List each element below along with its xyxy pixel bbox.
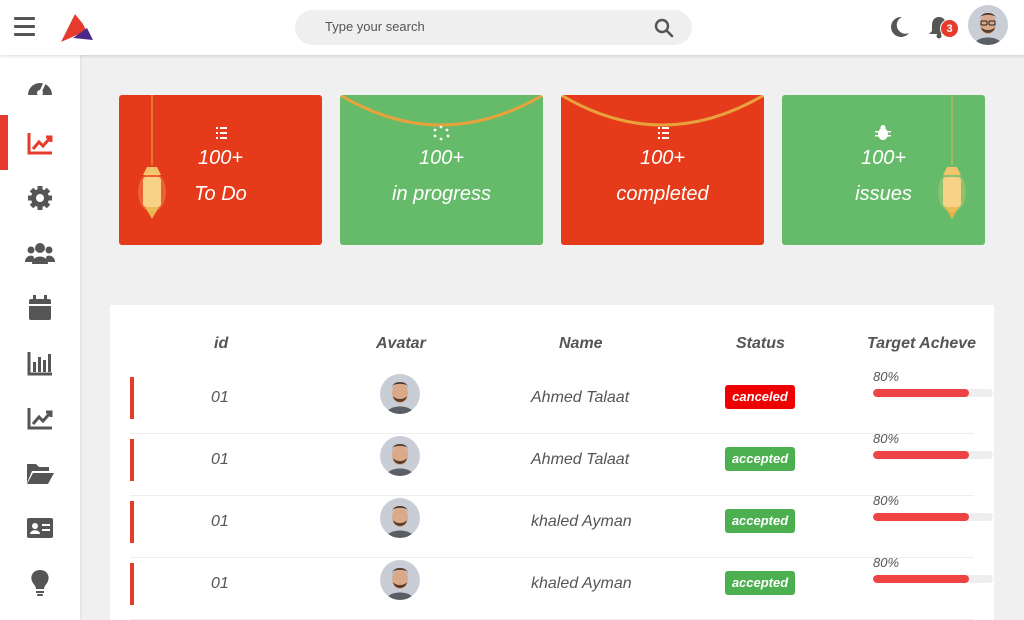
avatar xyxy=(380,498,420,538)
sidebar-item-contacts[interactable] xyxy=(0,500,80,555)
search-box xyxy=(295,10,692,45)
target-percent: 80% xyxy=(873,493,900,508)
list-check-icon xyxy=(216,127,227,139)
target-progress-bar xyxy=(873,575,993,583)
row-name: Ahmed Talaat xyxy=(531,451,630,468)
progress-fill xyxy=(873,575,969,583)
lightbulb-icon xyxy=(31,569,49,596)
sidebar-item-ideas[interactable] xyxy=(0,555,80,610)
column-header-avatar[interactable]: Avatar xyxy=(376,335,426,353)
moon-icon[interactable] xyxy=(888,15,910,39)
progress-fill xyxy=(873,389,969,397)
sidebar-item-analytics[interactable] xyxy=(0,115,80,170)
row-name: Ahmed Talaat xyxy=(531,389,630,406)
stat-label: in progress xyxy=(392,183,491,205)
column-header-target[interactable]: Target Acheve xyxy=(867,335,976,353)
stat-card-completed[interactable]: 100+ completed xyxy=(561,95,764,245)
target-percent: 80% xyxy=(873,555,900,570)
table-row[interactable]: 01 Ahmed Talaat accepted 80% xyxy=(130,431,993,496)
stat-label: To Do xyxy=(194,183,247,205)
table-row[interactable]: 01 Ahmed Talaat canceled 80% xyxy=(130,369,993,434)
sidebar-item-dashboard[interactable] xyxy=(0,60,80,115)
target-percent: 80% xyxy=(873,431,900,446)
stat-label: issues xyxy=(855,183,912,205)
table-row[interactable]: 01 khaled Ayman accepted 80% xyxy=(130,555,993,620)
search-icon[interactable] xyxy=(654,18,674,38)
top-bar: 3 xyxy=(0,0,1024,55)
lantern-decoration xyxy=(938,95,966,219)
progress-fill xyxy=(873,451,969,459)
garland-decoration xyxy=(340,95,543,127)
bar-chart-icon xyxy=(27,351,52,375)
status-badge: accepted xyxy=(725,447,795,471)
row-name: khaled Ayman xyxy=(531,513,632,530)
sidebar-item-settings[interactable] xyxy=(0,170,80,225)
chart-area-icon xyxy=(27,407,53,429)
stat-card-issues[interactable]: 100+ issues xyxy=(782,95,985,245)
id-card-icon xyxy=(27,517,53,538)
user-avatar[interactable] xyxy=(968,5,1008,45)
garland-decoration xyxy=(561,95,764,127)
stat-count: 100+ xyxy=(197,147,244,169)
target-percent: 80% xyxy=(873,369,900,384)
stat-label: completed xyxy=(616,183,709,205)
row-indicator xyxy=(130,501,134,543)
table-row[interactable]: 01 khaled Ayman accepted 80% xyxy=(130,493,993,558)
progress-fill xyxy=(873,513,969,521)
column-header-name[interactable]: Name xyxy=(559,335,603,353)
row-id: 01 xyxy=(211,575,229,592)
stat-card-in-progress[interactable]: 100+ in progress xyxy=(340,95,543,245)
row-id: 01 xyxy=(211,389,229,406)
notification-badge: 3 xyxy=(940,19,959,38)
chart-line-icon xyxy=(27,132,53,154)
row-name: khaled Ayman xyxy=(531,575,632,592)
folder-open-icon xyxy=(27,463,54,484)
stat-count: 100+ xyxy=(418,147,465,169)
avatar xyxy=(380,560,420,600)
lantern-decoration xyxy=(138,95,166,219)
target-progress-bar xyxy=(873,451,993,459)
row-id: 01 xyxy=(211,513,229,530)
sidebar-item-files[interactable] xyxy=(0,445,80,500)
row-id: 01 xyxy=(211,451,229,468)
logo[interactable] xyxy=(57,10,95,46)
tasks-table: id Avatar Name Status Target Acheve 01 A… xyxy=(110,305,994,620)
row-indicator xyxy=(130,377,134,419)
status-badge: canceled xyxy=(725,385,795,409)
speedometer-icon xyxy=(28,80,52,96)
row-indicator xyxy=(130,439,134,481)
calendar-icon xyxy=(29,294,51,320)
list-check-icon xyxy=(658,127,669,139)
stat-count: 100+ xyxy=(860,147,907,169)
column-header-id[interactable]: id xyxy=(214,335,228,353)
target-progress-bar xyxy=(873,389,993,397)
menu-icon[interactable] xyxy=(14,17,35,37)
avatar xyxy=(380,374,420,414)
users-icon xyxy=(25,242,55,264)
avatar xyxy=(380,436,420,476)
sidebar xyxy=(0,55,80,620)
stat-count: 100+ xyxy=(639,147,686,169)
sidebar-item-trends[interactable] xyxy=(0,390,80,445)
sidebar-item-reports[interactable] xyxy=(0,335,80,390)
sidebar-item-calendar[interactable] xyxy=(0,280,80,335)
bug-icon xyxy=(875,125,891,140)
search-input[interactable] xyxy=(325,19,645,34)
row-indicator xyxy=(130,563,134,605)
column-header-status[interactable]: Status xyxy=(736,335,785,353)
target-progress-bar xyxy=(873,513,993,521)
spinner-icon xyxy=(433,125,450,141)
gear-icon xyxy=(28,185,52,210)
status-badge: accepted xyxy=(725,509,795,533)
sidebar-item-users[interactable] xyxy=(0,225,80,280)
status-badge: accepted xyxy=(725,571,795,595)
stat-card-todo[interactable]: 100+ To Do xyxy=(119,95,322,245)
